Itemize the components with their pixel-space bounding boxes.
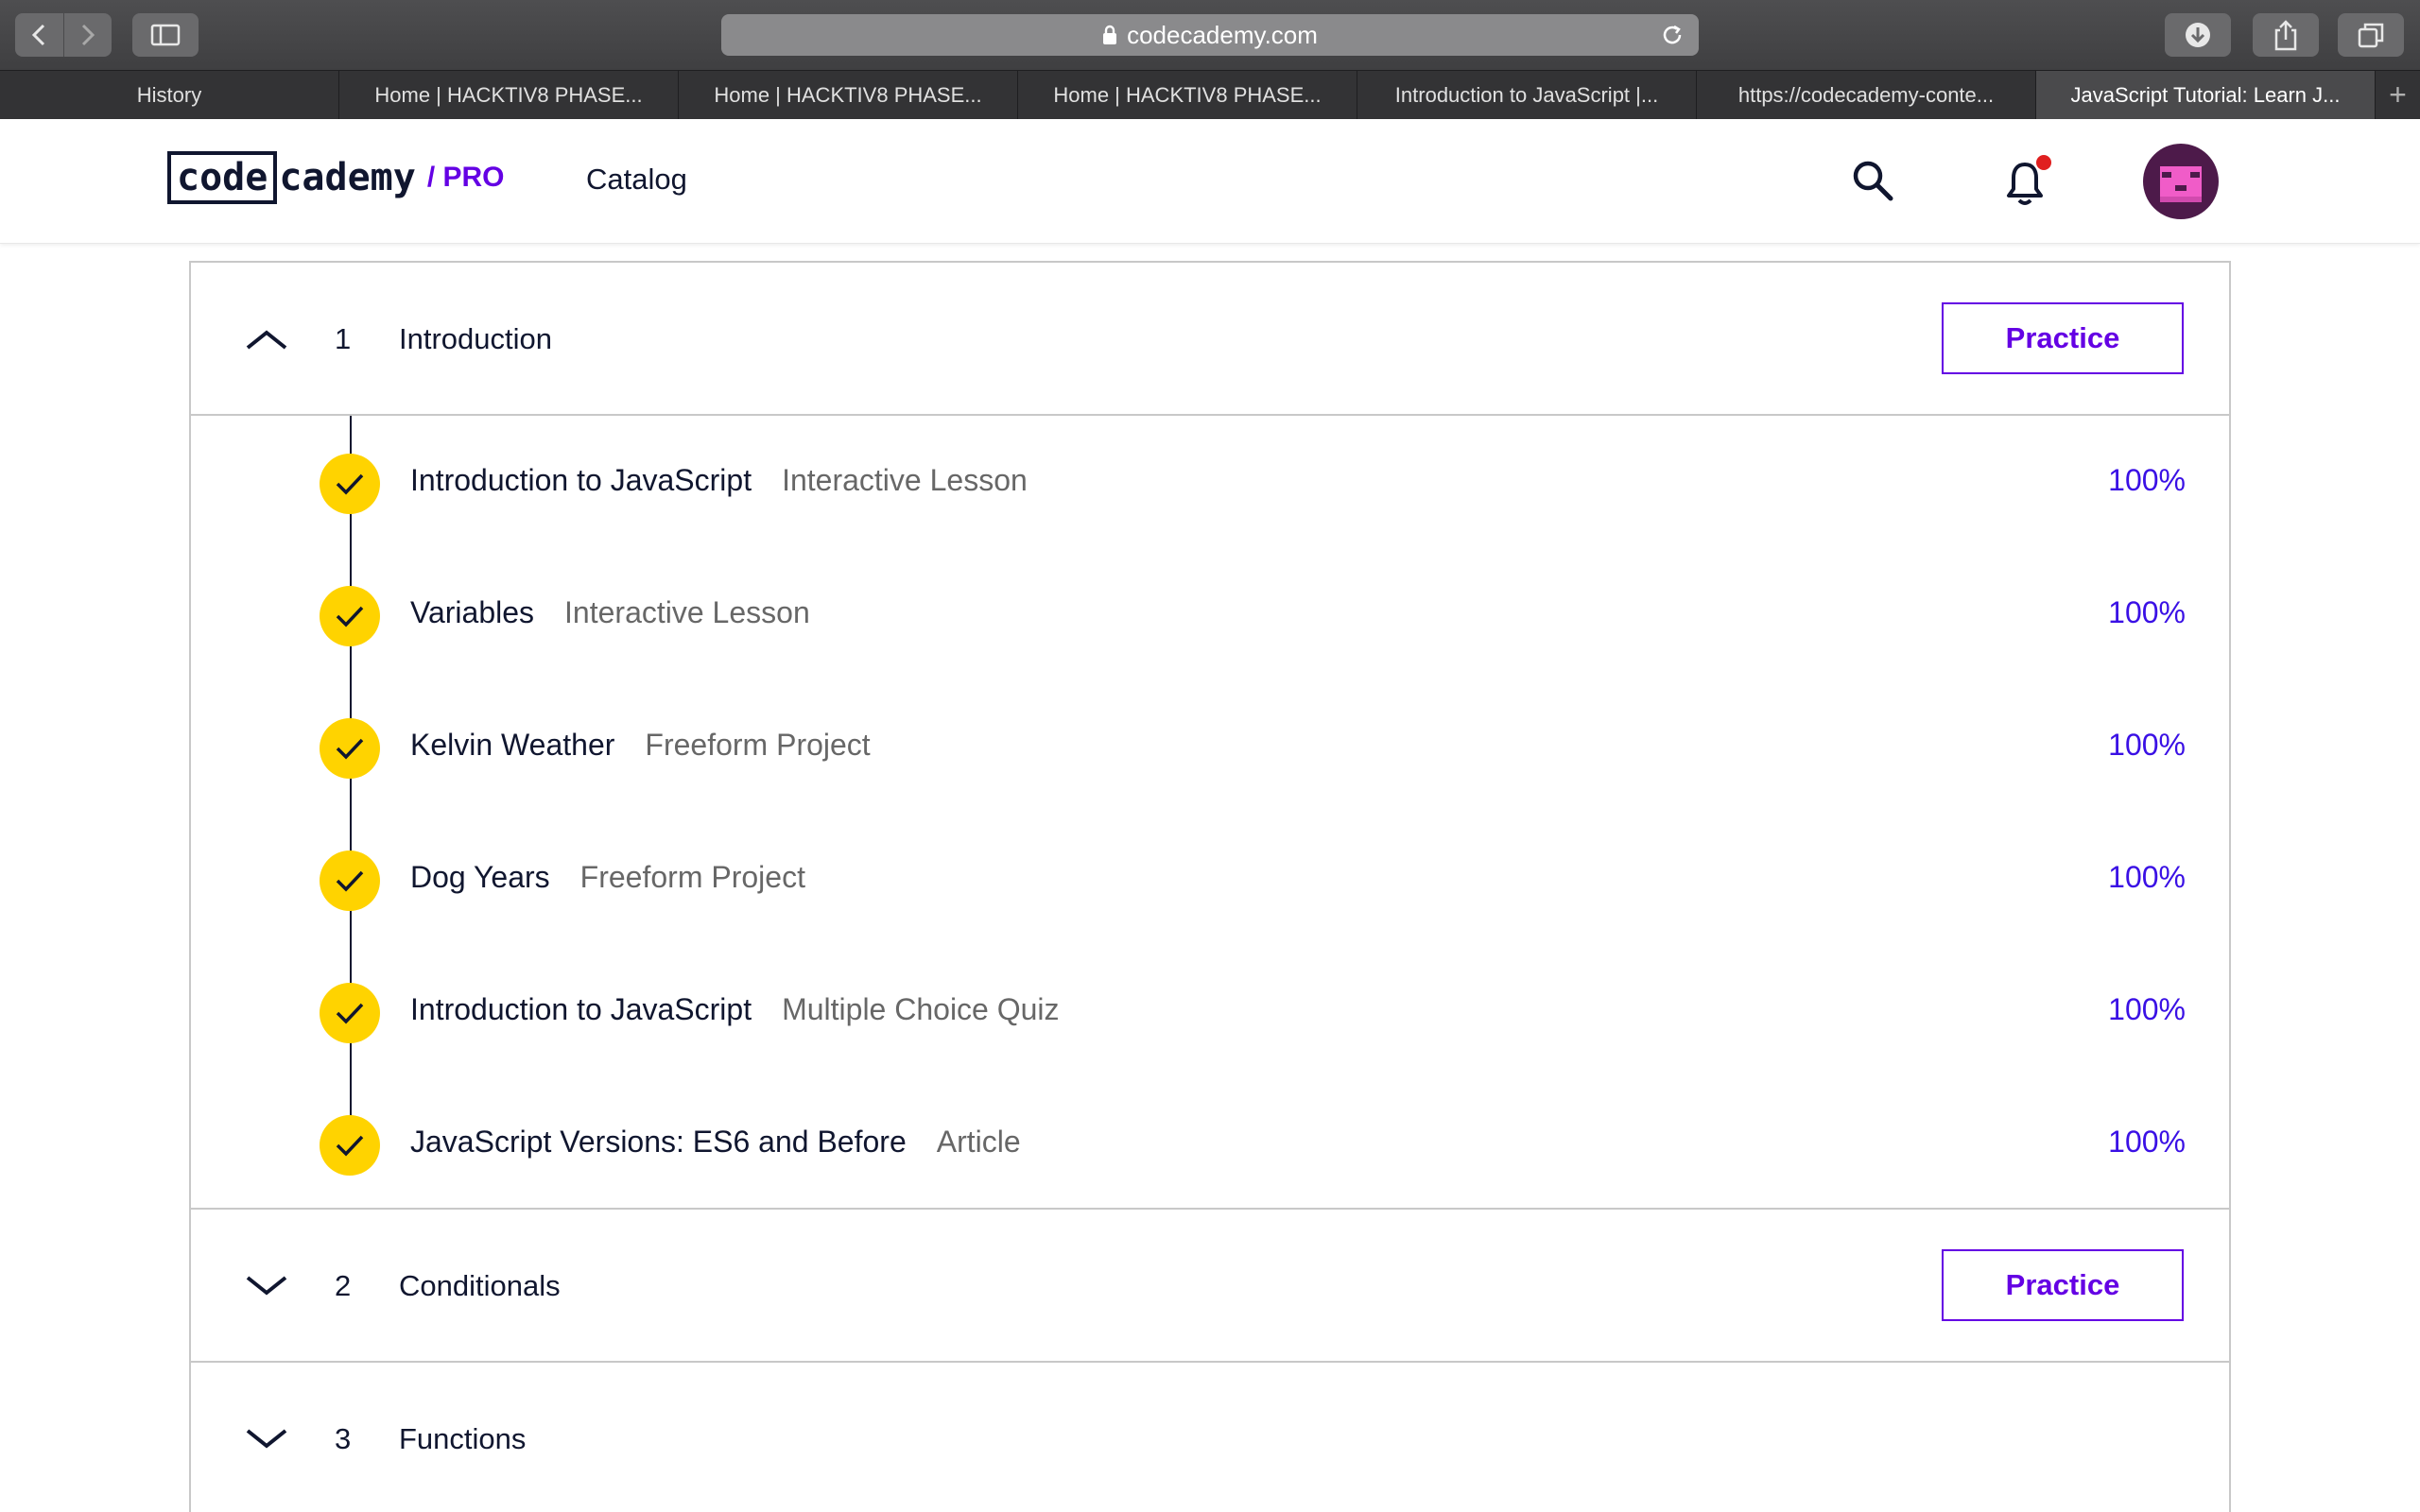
lesson-progress: 100%	[2108, 463, 2186, 497]
lesson-type: Freeform Project	[579, 860, 805, 894]
sidebar-toggle-button[interactable]	[132, 13, 199, 57]
lesson-type: Interactive Lesson	[782, 463, 1028, 497]
url-text: codecademy.com	[1127, 20, 1318, 49]
module-header-functions[interactable]: 3 Functions	[191, 1363, 2229, 1512]
browser-tab[interactable]: History	[0, 71, 339, 120]
browser-tab[interactable]: Home | HACKTIV8 PHASE...	[1018, 71, 1357, 120]
lesson-progress: 100%	[2108, 728, 2186, 762]
completed-check-icon	[320, 850, 380, 911]
reload-icon	[1663, 25, 1682, 44]
plus-icon: +	[2389, 77, 2407, 112]
search-icon	[1853, 161, 1893, 201]
completed-check-icon	[320, 983, 380, 1043]
chevron-right-icon	[81, 24, 95, 46]
lesson-type: Multiple Choice Quiz	[782, 992, 1060, 1026]
tab-label: Home | HACKTIV8 PHASE...	[714, 83, 982, 107]
completed-check-icon	[320, 718, 380, 779]
download-icon	[2186, 23, 2210, 47]
lesson-title[interactable]: JavaScript Versions: ES6 and Before	[410, 1125, 907, 1160]
module-title: Functions	[399, 1422, 527, 1455]
tab-label: Home | HACKTIV8 PHASE...	[374, 83, 643, 107]
address-bar[interactable]: codecademy.com	[721, 14, 1699, 56]
share-icon	[2274, 20, 2297, 51]
tab-strip: History Home | HACKTIV8 PHASE... Home | …	[0, 70, 2420, 120]
chevron-down-icon	[246, 1429, 287, 1449]
chevron-down-icon	[246, 1276, 287, 1296]
lesson-type: Interactive Lesson	[564, 595, 810, 629]
tab-label: Home | HACKTIV8 PHASE...	[1053, 83, 1322, 107]
reload-button[interactable]	[1659, 22, 1685, 53]
browser-tab[interactable]: Home | HACKTIV8 PHASE...	[679, 71, 1018, 120]
lesson-title[interactable]: Kelvin Weather	[410, 728, 614, 763]
completed-check-icon	[320, 454, 380, 514]
module-title: Introduction	[399, 322, 552, 355]
completed-check-icon	[320, 1115, 380, 1176]
tab-overview-button[interactable]	[2338, 13, 2404, 57]
lesson-row[interactable]: Variables Interactive Lesson 100%	[191, 548, 2229, 680]
lesson-progress: 100%	[2108, 595, 2186, 629]
new-tab-button[interactable]: +	[2376, 71, 2420, 119]
tab-label: JavaScript Tutorial: Learn J...	[2070, 83, 2341, 107]
tab-label: History	[136, 83, 202, 107]
lock-icon	[1103, 25, 1117, 44]
browser-tab[interactable]: https://codecademy-conte...	[1697, 71, 2036, 120]
lesson-title[interactable]: Introduction to JavaScript	[410, 463, 752, 498]
module-header-introduction[interactable]: 1 Introduction Practice	[191, 263, 2229, 416]
lesson-title[interactable]: Introduction to JavaScript	[410, 992, 752, 1027]
module-number: 2	[335, 1269, 352, 1302]
lesson-progress: 100%	[2108, 992, 2186, 1026]
user-avatar[interactable]	[2143, 144, 2219, 219]
codecademy-logo[interactable]: code cademy / PRO	[167, 151, 505, 204]
tab-label: Introduction to JavaScript |...	[1394, 83, 1659, 107]
module-number: 1	[335, 322, 352, 355]
module-header-conditionals[interactable]: 2 Conditionals Practice	[191, 1210, 2229, 1363]
forward-button[interactable]	[62, 13, 112, 57]
lesson-progress: 100%	[2108, 1125, 2186, 1159]
nav-buttons	[15, 13, 112, 57]
module-title: Conditionals	[399, 1269, 561, 1302]
practice-button[interactable]: Practice	[1942, 1249, 2184, 1321]
browser-tab[interactable]: Introduction to JavaScript |...	[1357, 71, 1697, 120]
browser-toolbar: codecademy.com	[0, 0, 2420, 70]
completed-check-icon	[320, 586, 380, 646]
avatar-icon	[2160, 166, 2202, 202]
logo-cademy: cademy	[279, 156, 416, 199]
lesson-type: Article	[936, 1125, 1021, 1159]
share-button[interactable]	[2253, 13, 2319, 57]
lesson-title[interactable]: Variables	[410, 595, 534, 630]
notification-dot	[2036, 155, 2051, 170]
sidebar-icon	[150, 24, 181, 46]
lesson-row[interactable]: JavaScript Versions: ES6 and Before Arti…	[191, 1077, 2229, 1210]
logo-pro-badge: / PRO	[426, 162, 505, 193]
search-button[interactable]	[1849, 157, 1896, 204]
catalog-link[interactable]: Catalog	[586, 163, 687, 197]
syllabus-container: 1 Introduction Practice Introduction to …	[189, 261, 2231, 1512]
lesson-row[interactable]: Kelvin Weather Freeform Project 100%	[191, 680, 2229, 813]
tabs-icon	[2358, 23, 2384, 48]
site-header: code cademy / PRO Catalog	[0, 119, 2420, 244]
module-number: 3	[335, 1422, 352, 1455]
browser-tab-active[interactable]: JavaScript Tutorial: Learn J...	[2036, 71, 2376, 120]
browser-tab[interactable]: Home | HACKTIV8 PHASE...	[339, 71, 679, 120]
notifications-button[interactable]	[2004, 155, 2053, 208]
lesson-type: Freeform Project	[645, 728, 871, 762]
chevron-up-icon	[246, 330, 287, 350]
lesson-row[interactable]: Introduction to JavaScript Multiple Choi…	[191, 945, 2229, 1077]
back-button[interactable]	[15, 13, 63, 57]
tab-label: https://codecademy-conte...	[1737, 83, 1995, 107]
lesson-row[interactable]: Introduction to JavaScript Interactive L…	[191, 416, 2229, 548]
lesson-progress: 100%	[2108, 860, 2186, 894]
logo-code: code	[167, 151, 278, 204]
chevron-left-icon	[32, 24, 45, 46]
practice-button[interactable]: Practice	[1942, 302, 2184, 374]
lesson-title[interactable]: Dog Years	[410, 860, 550, 895]
lesson-list: Introduction to JavaScript Interactive L…	[191, 416, 2229, 1208]
downloads-button[interactable]	[2165, 13, 2231, 57]
lesson-row[interactable]: Dog Years Freeform Project 100%	[191, 813, 2229, 945]
